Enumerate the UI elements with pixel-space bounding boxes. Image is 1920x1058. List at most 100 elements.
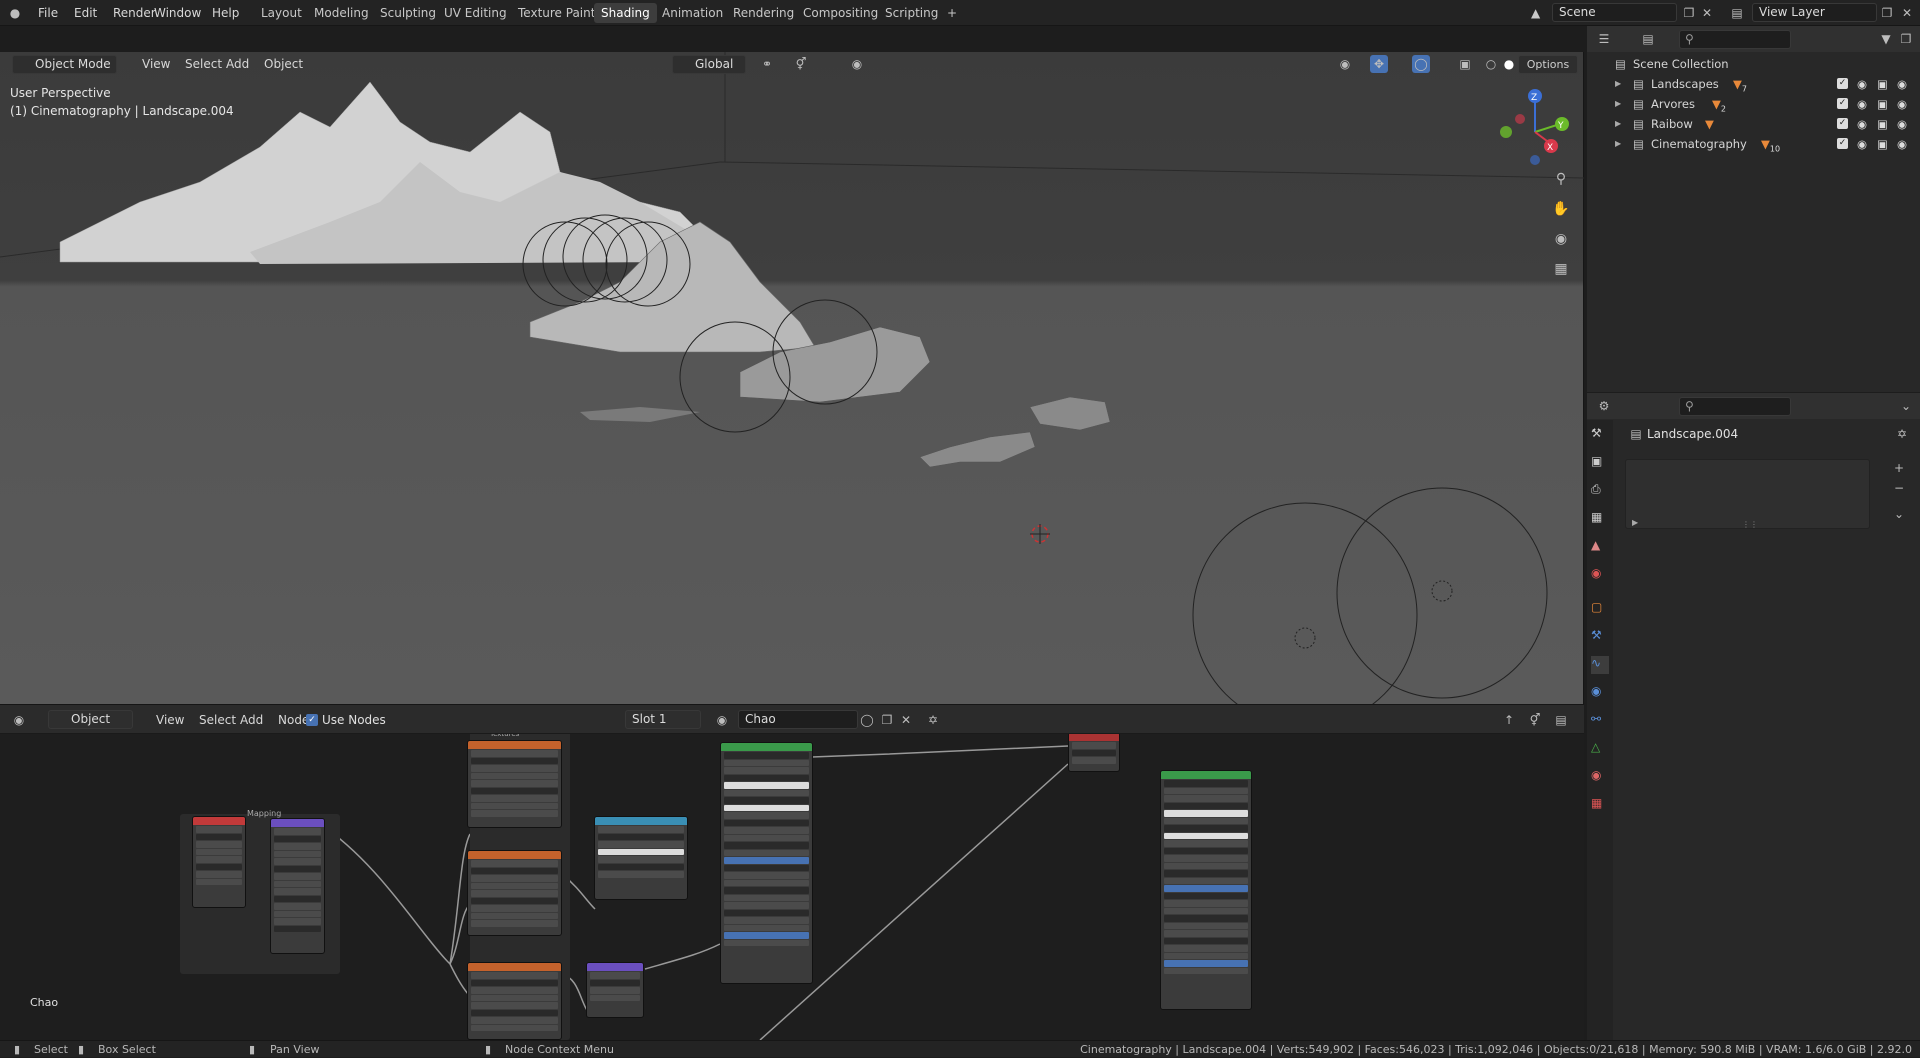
outliner-type-icon[interactable]: ☰: [1595, 30, 1613, 48]
node-socket-row[interactable]: [196, 878, 242, 885]
node-socket-row[interactable]: [471, 994, 558, 1001]
node-socket-row[interactable]: [274, 865, 321, 872]
snap-icon[interactable]: ⚥: [792, 55, 810, 73]
particles-tab-icon[interactable]: ∿: [1591, 656, 1609, 674]
node-socket-row[interactable]: [471, 972, 558, 979]
node-socket-row[interactable]: [471, 912, 558, 919]
node-socket-row[interactable]: [1164, 847, 1248, 854]
node-socket-row[interactable]: [724, 894, 809, 901]
scene-icon[interactable]: ▲: [1524, 3, 1547, 23]
slot-menu-icon[interactable]: ⌄: [1890, 505, 1908, 523]
node-socket-row[interactable]: [724, 752, 809, 759]
filter-icon[interactable]: ▼: [1877, 30, 1895, 48]
node-socket-row[interactable]: [196, 848, 242, 855]
node-socket-row[interactable]: [1164, 802, 1248, 809]
node-socket-row[interactable]: [590, 972, 640, 979]
node-socket-row[interactable]: [196, 826, 242, 833]
camera-icon[interactable]: ◉: [1552, 230, 1570, 248]
texture-tab-icon[interactable]: ▦: [1591, 796, 1609, 814]
node-socket-row[interactable]: [598, 841, 684, 848]
node-socket-row[interactable]: [471, 882, 558, 889]
node-socket-row[interactable]: [471, 772, 558, 779]
node-socket-row[interactable]: [724, 887, 809, 894]
node-menu-select[interactable]: Select: [194, 711, 241, 729]
duplicate-material-icon[interactable]: ❐: [878, 711, 896, 729]
node-socket-row[interactable]: [274, 895, 321, 902]
new-view-layer-icon[interactable]: ❐: [1878, 4, 1896, 22]
node-socket-row[interactable]: [724, 849, 809, 856]
node-socket-row[interactable]: [196, 871, 242, 878]
monitor-icon[interactable]: ▣: [1877, 134, 1888, 154]
node-socket-row[interactable]: [471, 860, 558, 867]
outliner-item-cinematography[interactable]: ▶ ▤ Cinematography ▼10 ✓ ◉ ▣ ◉: [1587, 134, 1920, 154]
node-header[interactable]: [595, 817, 687, 825]
node-header[interactable]: [721, 743, 812, 751]
material-tab-icon[interactable]: ◉: [1591, 768, 1609, 786]
workspace-tab-modeling[interactable]: Modeling: [307, 3, 376, 23]
texture-coordinate-node[interactable]: [192, 816, 246, 908]
node-socket-row[interactable]: [724, 939, 809, 946]
node-socket-row[interactable]: [1164, 937, 1248, 944]
exclude-checkbox[interactable]: ✓: [1837, 138, 1848, 149]
outliner-item-landscapes[interactable]: ▶ ▤ Landscapes ▼7 ✓ ◉ ▣ ◉: [1587, 74, 1920, 94]
node-header[interactable]: [1069, 733, 1119, 741]
output-tab-icon[interactable]: ⎙: [1591, 482, 1609, 500]
node-socket-row[interactable]: [1164, 862, 1248, 869]
eye-icon[interactable]: ◉: [1857, 74, 1867, 94]
blender-logo-icon[interactable]: ●: [6, 4, 24, 22]
mapping-node[interactable]: [270, 818, 325, 954]
display-mode-icon[interactable]: ▤: [1639, 30, 1657, 48]
overlay-toggle-icon[interactable]: ◯: [1412, 55, 1430, 73]
add-slot-icon[interactable]: +: [1890, 459, 1908, 477]
workspace-tab-texture-paint[interactable]: Texture Paint: [511, 3, 602, 23]
render-camera-icon[interactable]: ◉: [1897, 114, 1907, 134]
node-socket-row[interactable]: [471, 750, 558, 757]
node-socket-row[interactable]: [1164, 922, 1248, 929]
visibility-icon[interactable]: ◉: [1336, 55, 1354, 73]
node-socket-row[interactable]: [1164, 825, 1248, 832]
node-socket-row[interactable]: [1164, 892, 1248, 899]
node-socket-row[interactable]: [471, 802, 558, 809]
menu-edit[interactable]: Edit: [68, 4, 103, 22]
grid-icon[interactable]: ▦: [1552, 260, 1570, 278]
node-socket-row[interactable]: [1164, 907, 1248, 914]
menu-window[interactable]: Window: [148, 4, 207, 22]
slot-selector[interactable]: Slot 1: [625, 710, 701, 729]
monitor-icon[interactable]: ▣: [1877, 114, 1888, 134]
normal-image-node[interactable]: [467, 962, 562, 1040]
node-socket-row[interactable]: [471, 890, 558, 897]
workspace-tab-sculpting[interactable]: Sculpting: [373, 3, 443, 23]
resize-handle-icon[interactable]: ⋮⋮: [1742, 520, 1758, 529]
node-socket-row[interactable]: [598, 848, 684, 855]
node-socket-row[interactable]: [274, 910, 321, 917]
node-socket-row[interactable]: [274, 828, 321, 835]
options-button[interactable]: Options: [1518, 55, 1578, 74]
expand-arrow-icon[interactable]: ▶: [1615, 74, 1621, 94]
node-socket-row[interactable]: [724, 924, 809, 931]
exclude-checkbox[interactable]: ✓: [1837, 98, 1848, 109]
node-socket-row[interactable]: [590, 994, 640, 1001]
constraints-tab-icon[interactable]: ⚯: [1591, 712, 1609, 730]
node-socket-row[interactable]: [598, 871, 684, 878]
node-socket-row[interactable]: [724, 827, 809, 834]
view-layer-icon[interactable]: ▤: [1728, 4, 1746, 22]
render-camera-icon[interactable]: ◉: [1897, 74, 1907, 94]
expand-icon[interactable]: ▶: [1632, 518, 1638, 527]
render-camera-icon[interactable]: ◉: [1897, 134, 1907, 154]
material-output-node[interactable]: [1068, 732, 1120, 772]
material-name-field[interactable]: Chao: [738, 710, 858, 729]
node-socket-row[interactable]: [724, 819, 809, 826]
node-socket-row[interactable]: [724, 842, 809, 849]
node-socket-row[interactable]: [1164, 870, 1248, 877]
delete-view-layer-icon[interactable]: ✕: [1898, 4, 1916, 22]
node-socket-row[interactable]: [274, 918, 321, 925]
scene-collection-row[interactable]: ▤ Scene Collection: [1587, 54, 1920, 74]
mode-selector[interactable]: Object Mode: [12, 55, 117, 74]
world-tab-icon[interactable]: ◉: [1591, 566, 1609, 584]
expand-arrow-icon[interactable]: ▶: [1615, 134, 1621, 154]
workspace-tab-scripting[interactable]: Scripting: [878, 3, 945, 23]
node-socket-row[interactable]: [724, 872, 809, 879]
data-tab-icon[interactable]: △: [1591, 740, 1609, 758]
node-socket-row[interactable]: [471, 897, 558, 904]
remove-slot-icon[interactable]: −: [1890, 479, 1908, 497]
